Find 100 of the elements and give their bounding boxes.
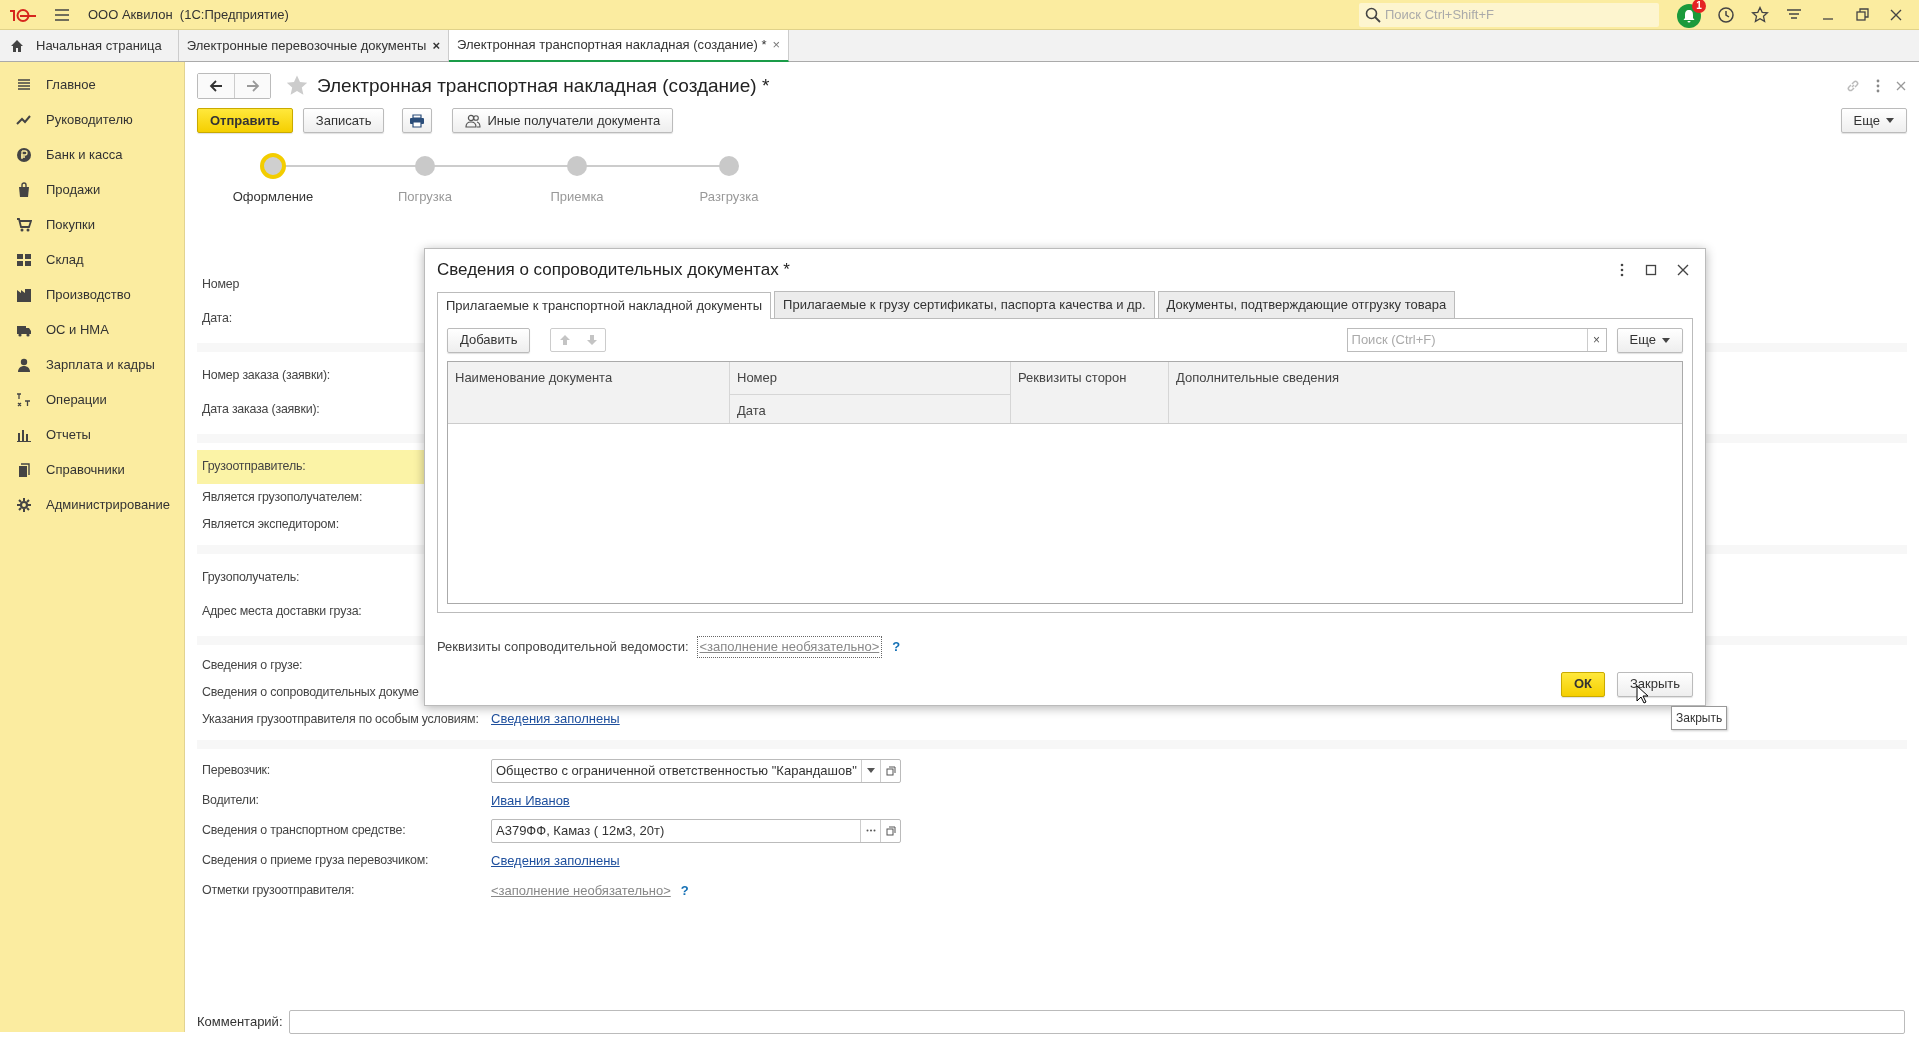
print-button[interactable] (402, 108, 433, 133)
value-link[interactable]: Сведения заполнены (491, 709, 620, 729)
field-label: Грузоотправитель: (202, 458, 306, 476)
sidebar-item[interactable]: Справочники (0, 452, 184, 487)
close-icon[interactable]: × (772, 35, 781, 55)
field-label: Номер заказа (заявки): (202, 367, 331, 385)
field-label: Сведения о транспортном средстве: (202, 822, 406, 840)
caret-icon (1886, 118, 1894, 123)
star-icon[interactable] (1751, 5, 1769, 24)
column-header: Дополнительные сведения (1175, 369, 1341, 387)
settings-icon (16, 496, 32, 513)
help-icon[interactable]: ? (680, 880, 689, 901)
field-value: Общество с ограниченной ответственностью "Карандашов" (495, 761, 858, 780)
search-field[interactable]: Поиск Ctrl+Shift+F (1359, 2, 1659, 27)
sidebar-item[interactable]: Операции (0, 382, 184, 417)
back-arrow-icon (209, 80, 223, 92)
input-field[interactable]: Общество с ограниченной ответственностью "Карандашов" (491, 758, 901, 783)
sidebar-label: Склад (46, 250, 84, 269)
step-label: Погрузка (397, 188, 453, 206)
sidebar-item[interactable]: Главное (0, 67, 184, 102)
bell-icon (1682, 8, 1696, 23)
search-icon (1365, 6, 1381, 23)
sidebar-label: Руководителю (46, 110, 133, 129)
sidebar-label: Производство (46, 285, 131, 304)
sidebar-item[interactable]: Администрирование (0, 487, 184, 522)
tab[interactable]: Прилагаемые к грузу сертификаты, паспорта качества и др. (774, 291, 1155, 318)
sidebar-label: Отчеты (46, 425, 91, 444)
person-icon (16, 356, 32, 373)
field-label: Сведения о приеме груза перевозчиком: (202, 852, 429, 870)
notification-button[interactable] (1677, 3, 1701, 28)
field-label: Адрес места доставки груза: (202, 603, 362, 621)
field-label: Является грузополучателем: (202, 488, 363, 506)
field-label: Дата: (202, 310, 232, 328)
optional-link[interactable]: <заполнение необязательно> (491, 880, 671, 901)
help-icon[interactable]: ? (892, 637, 901, 657)
ok-button[interactable]: ОК (1560, 671, 1605, 697)
more-button[interactable]: Еще (1616, 327, 1683, 353)
tab-label: Начальная страница (36, 36, 162, 55)
add-button[interactable]: Добавить (447, 327, 531, 353)
sidebar-item[interactable]: Покупки (0, 207, 184, 242)
save-button[interactable]: Записать (302, 108, 385, 133)
grid-icon (16, 251, 32, 268)
step-label: Приемка (550, 188, 604, 206)
restore-icon[interactable] (1853, 5, 1871, 24)
column-header: Наименование документа (448, 362, 730, 423)
printer-icon (409, 113, 426, 128)
field-label: Сведения о сопроводительных докуме (202, 683, 419, 701)
sidebar-item[interactable]: Продажи (0, 172, 184, 207)
maximize-icon[interactable] (1645, 264, 1657, 276)
more-button[interactable]: Еще (1840, 108, 1907, 133)
search-field[interactable]: Поиск (Ctrl+F) × (1346, 328, 1607, 352)
document-title: Электронная транспортная накладная (создание) * (317, 73, 770, 98)
field-label: Сведения о грузе: (202, 656, 303, 674)
close-icon[interactable]: × (432, 35, 441, 56)
send-button[interactable]: Отправить (197, 108, 293, 133)
sidebar-item[interactable]: Руководителю (0, 102, 184, 137)
input-field[interactable]: А379ФФ, Камаз ( 12м3, 20т) (491, 818, 901, 843)
open-window-icon[interactable] (885, 825, 896, 836)
factory-icon (16, 286, 32, 303)
sidebar-label: ОС и НМА (46, 320, 109, 339)
column-header: Номер (736, 369, 778, 387)
tab[interactable]: Начальная страница (0, 30, 179, 61)
sidebar-item[interactable]: Производство (0, 277, 184, 312)
ellipsis-icon[interactable] (865, 829, 876, 832)
dropdown-icon[interactable] (867, 768, 876, 773)
more-icon[interactable] (1619, 263, 1625, 277)
statement-label: Реквизиты сопроводительной ведомости: (437, 638, 689, 656)
sidebar-item[interactable]: Зарплата и кадры (0, 347, 184, 382)
sidebar-item[interactable]: Банк и касса (0, 137, 184, 172)
field-value: А379ФФ, Камаз ( 12м3, 20т) (495, 821, 666, 840)
close-icon[interactable] (1677, 264, 1689, 276)
optional-link[interactable]: <заполнение необязательно> (696, 636, 883, 658)
sidebar-label: Покупки (46, 215, 95, 234)
sidebar-label: Главное (46, 75, 96, 94)
comment-field[interactable] (288, 1010, 1905, 1034)
value-link[interactable]: Сведения заполнены (491, 850, 620, 871)
history-icon[interactable] (1717, 5, 1735, 24)
value-link[interactable]: Иван Иванов (491, 790, 570, 811)
sidebar-item[interactable]: Отчеты (0, 417, 184, 452)
open-window-icon[interactable] (885, 765, 896, 776)
column-header: Дата (730, 393, 1010, 426)
field-label: Номер (202, 276, 240, 294)
column-header: Реквизиты сторон (1011, 362, 1169, 423)
cart-icon (16, 216, 32, 233)
close-button[interactable]: Закрыть (1616, 671, 1693, 697)
step-label: Разгрузка (699, 188, 759, 206)
menu-icon (16, 76, 32, 93)
menu-icon[interactable] (54, 7, 70, 22)
tab-label: Электронная транспортная накладная (создание) * (457, 36, 767, 55)
sidebar-item[interactable]: Склад (0, 242, 184, 277)
bag-icon (16, 181, 32, 198)
sidebar-label: Администрирование (46, 495, 170, 514)
recipients-button[interactable]: Иные получатели документа (452, 108, 674, 133)
tab[interactable]: Электронная транспортная накладная (создание) * × (449, 30, 790, 62)
sidebar-label: Справочники (46, 460, 125, 479)
tab[interactable]: Прилагаемые к транспортной накладной документы (437, 292, 772, 319)
tab[interactable]: Документы, подтверждающие отгрузку товара (1157, 291, 1456, 318)
logo-icon[interactable] (8, 6, 38, 23)
back-button[interactable] (198, 74, 234, 98)
sidebar-item[interactable]: ОС и НМА (0, 312, 184, 347)
